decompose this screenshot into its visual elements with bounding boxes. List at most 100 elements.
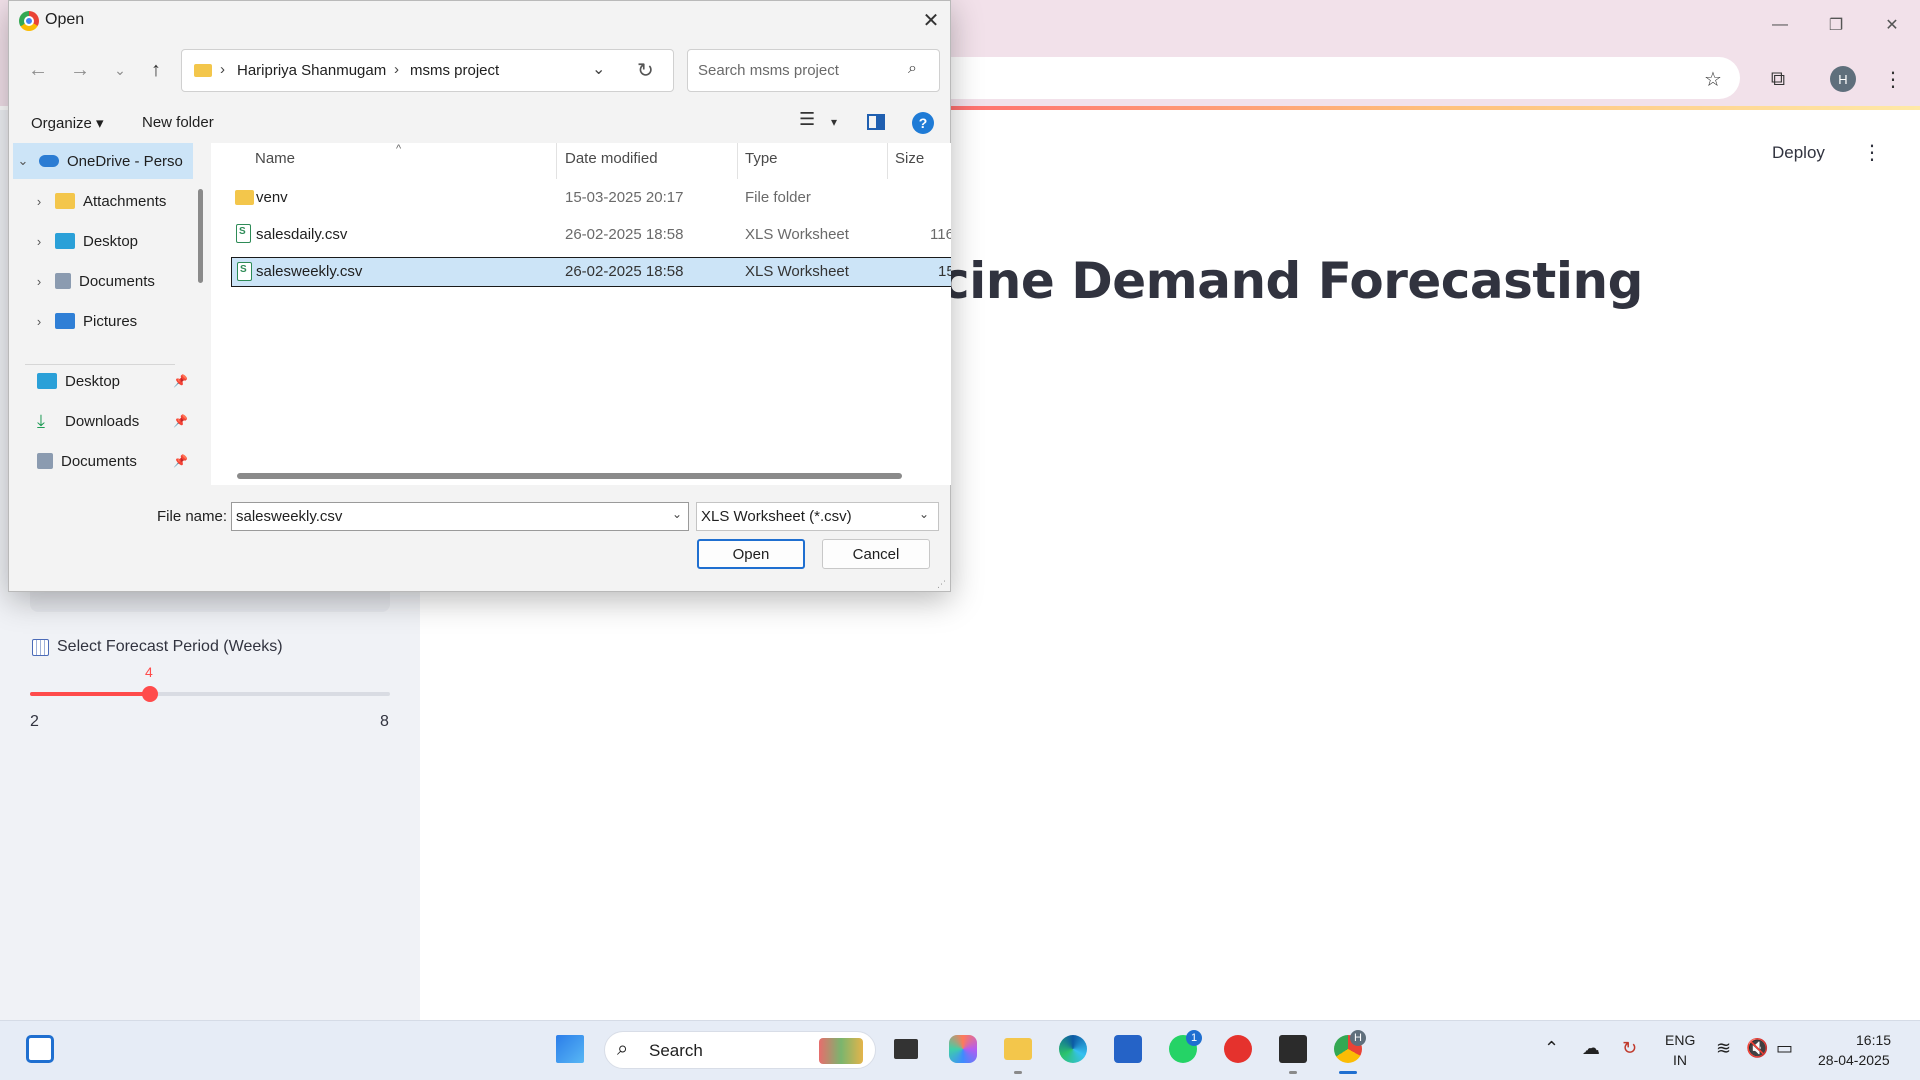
deploy-button[interactable]: Deploy bbox=[1772, 143, 1825, 163]
battery-icon[interactable]: ▭ bbox=[1776, 1038, 1793, 1059]
cancel-button[interactable]: Cancel bbox=[822, 539, 930, 569]
file-row-salesweekly[interactable]: salesweekly.csv 26-02-2025 18:58 XLS Wor… bbox=[231, 257, 951, 287]
dialog-search-input[interactable]: Search msms project ⌕ bbox=[687, 49, 940, 92]
start-windows-icon[interactable] bbox=[552, 1031, 588, 1067]
quick-access-documents[interactable]: Documents 📌 bbox=[13, 443, 193, 479]
nav-scrollbar-thumb[interactable] bbox=[198, 189, 203, 283]
chevron-right-icon[interactable]: › bbox=[29, 314, 49, 329]
clock-time[interactable]: 16:15 bbox=[1856, 1032, 1891, 1048]
show-hidden-icons-chevron-icon[interactable]: ⌃ bbox=[1544, 1038, 1559, 1059]
view-options-icon[interactable]: ☰ bbox=[799, 109, 815, 130]
nav-item-label: Pictures bbox=[83, 312, 138, 330]
forecast-slider-label-text: Select Forecast Period (Weeks) bbox=[57, 638, 283, 655]
file-explorer-icon[interactable] bbox=[1000, 1031, 1036, 1067]
sync-error-icon[interactable]: ↻ bbox=[1622, 1038, 1637, 1059]
minimize-icon[interactable]: — bbox=[1752, 0, 1808, 50]
quick-access-downloads[interactable]: ⤓ Downloads 📌 bbox=[13, 403, 193, 439]
address-dropdown-icon[interactable]: ⌄ bbox=[592, 59, 605, 79]
taskbar-search[interactable]: ⌕ Search bbox=[604, 1031, 876, 1069]
breadcrumb-item[interactable]: msms project bbox=[410, 62, 499, 79]
page-loading-bar bbox=[950, 106, 1920, 110]
nav-item-desktop[interactable]: › Desktop bbox=[13, 223, 193, 259]
file-list: ^ Name Date modified Type Size venv 15-0… bbox=[211, 143, 951, 485]
preview-pane-icon[interactable] bbox=[867, 114, 885, 130]
file-list-horizontal-scrollbar[interactable] bbox=[237, 473, 902, 479]
view-dropdown-icon[interactable]: ▾ bbox=[831, 115, 837, 129]
pin-icon[interactable]: 📌 bbox=[173, 374, 188, 388]
column-divider[interactable] bbox=[556, 143, 557, 179]
browser-menu-icon[interactable]: ⋮ bbox=[1875, 61, 1911, 97]
back-arrow-icon[interactable]: ← bbox=[23, 53, 53, 87]
restore-icon[interactable]: ❐ bbox=[1808, 0, 1864, 50]
search-icon: ⌕ bbox=[908, 60, 917, 77]
onedrive-sync-icon[interactable]: ☁ bbox=[1582, 1038, 1600, 1059]
language-indicator-line1[interactable]: ENG bbox=[1665, 1032, 1695, 1048]
address-bar[interactable] bbox=[900, 57, 1740, 99]
chevron-down-icon[interactable]: ⌄ bbox=[13, 153, 33, 169]
nav-item-pictures[interactable]: › Pictures bbox=[13, 303, 193, 339]
nav-item-label: Attachments bbox=[83, 192, 167, 210]
documents-icon bbox=[55, 273, 71, 289]
new-folder-button[interactable]: New folder bbox=[142, 114, 214, 131]
recent-locations-chevron-icon[interactable]: ⌄ bbox=[105, 53, 135, 87]
refresh-icon[interactable]: ↻ bbox=[637, 58, 654, 83]
nav-item-attachments[interactable]: › Attachments bbox=[13, 183, 193, 219]
wps-office-icon[interactable] bbox=[1220, 1031, 1256, 1067]
csv-file-icon bbox=[237, 262, 252, 281]
close-window-icon[interactable]: ✕ bbox=[1864, 0, 1920, 50]
column-header-size[interactable]: Size bbox=[895, 150, 924, 167]
dialog-address-bar[interactable]: › Haripriya Shanmugam › msms project ⌄ ↻ bbox=[181, 49, 674, 92]
running-indicator bbox=[1014, 1071, 1022, 1074]
app-menu-icon[interactable]: ⋮ bbox=[1862, 140, 1882, 165]
language-indicator-line2[interactable]: IN bbox=[1673, 1052, 1687, 1068]
up-arrow-icon[interactable]: ↑ bbox=[141, 53, 171, 87]
resize-grip-icon[interactable]: ⋰ bbox=[937, 579, 946, 590]
column-divider[interactable] bbox=[737, 143, 738, 179]
file-size: 15 bbox=[938, 263, 951, 280]
column-divider[interactable] bbox=[887, 143, 888, 179]
wifi-icon[interactable]: ≋ bbox=[1716, 1038, 1731, 1059]
open-button[interactable]: Open bbox=[697, 539, 805, 569]
file-type-select[interactable]: XLS Worksheet (*.csv) ⌄ bbox=[696, 502, 939, 531]
speaker-muted-icon[interactable]: 🔇 bbox=[1746, 1038, 1768, 1059]
bookmark-star-icon[interactable]: ☆ bbox=[1695, 61, 1731, 97]
column-header-date[interactable]: Date modified bbox=[565, 150, 658, 167]
forecast-slider-min: 2 bbox=[30, 713, 39, 730]
dialog-navigation-pane: ⌄ OneDrive - Perso › Attachments › Deskt… bbox=[13, 143, 193, 485]
pin-icon[interactable]: 📌 bbox=[173, 414, 188, 428]
chevron-down-icon[interactable]: ⌄ bbox=[672, 507, 682, 521]
open-file-dialog: Open ✕ ← → ⌄ ↑ › Haripriya Shanmugam › m… bbox=[8, 0, 951, 592]
file-name-input[interactable]: salesweekly.csv ⌄ bbox=[231, 502, 689, 531]
edge-browser-icon[interactable] bbox=[1055, 1031, 1091, 1067]
nav-item-onedrive[interactable]: ⌄ OneDrive - Perso bbox=[13, 143, 193, 179]
nav-item-label: Desktop bbox=[83, 232, 139, 250]
chevron-down-icon[interactable]: ⌄ bbox=[919, 507, 929, 521]
file-name-label: File name: bbox=[157, 508, 228, 525]
nav-item-documents[interactable]: › Documents bbox=[13, 263, 193, 299]
task-view-icon[interactable] bbox=[888, 1031, 924, 1067]
forward-arrow-icon[interactable]: → bbox=[65, 53, 95, 87]
forecast-slider-max: 8 bbox=[380, 713, 389, 730]
terminal-icon[interactable] bbox=[1275, 1031, 1311, 1067]
quick-access-desktop[interactable]: Desktop 📌 bbox=[13, 363, 193, 399]
breadcrumb-item[interactable]: Haripriya Shanmugam bbox=[237, 62, 386, 79]
copilot-icon[interactable] bbox=[945, 1031, 981, 1067]
file-type: File folder bbox=[745, 189, 811, 206]
chevron-right-icon[interactable]: › bbox=[29, 274, 49, 289]
microsoft-store-icon[interactable] bbox=[1110, 1031, 1146, 1067]
organize-menu[interactable]: Organize ▾ bbox=[31, 114, 104, 132]
file-row-salesdaily[interactable]: salesdaily.csv 26-02-2025 18:58 XLS Work… bbox=[231, 220, 951, 250]
dialog-close-icon[interactable]: ✕ bbox=[916, 5, 946, 35]
pin-icon[interactable]: 📌 bbox=[173, 454, 188, 468]
widgets-icon[interactable] bbox=[22, 1031, 58, 1067]
chevron-right-icon[interactable]: › bbox=[29, 194, 49, 209]
profile-avatar[interactable]: H bbox=[1830, 66, 1856, 92]
clock-date[interactable]: 28-04-2025 bbox=[1818, 1052, 1890, 1068]
column-header-name[interactable]: Name bbox=[255, 150, 295, 167]
extensions-icon[interactable]: ⧉ bbox=[1760, 61, 1796, 97]
help-icon[interactable]: ? bbox=[912, 112, 934, 134]
chevron-right-icon[interactable]: › bbox=[29, 234, 49, 249]
forecast-slider-thumb[interactable] bbox=[142, 686, 158, 702]
file-row-venv[interactable]: venv 15-03-2025 20:17 File folder bbox=[231, 183, 951, 213]
column-header-type[interactable]: Type bbox=[745, 150, 778, 167]
